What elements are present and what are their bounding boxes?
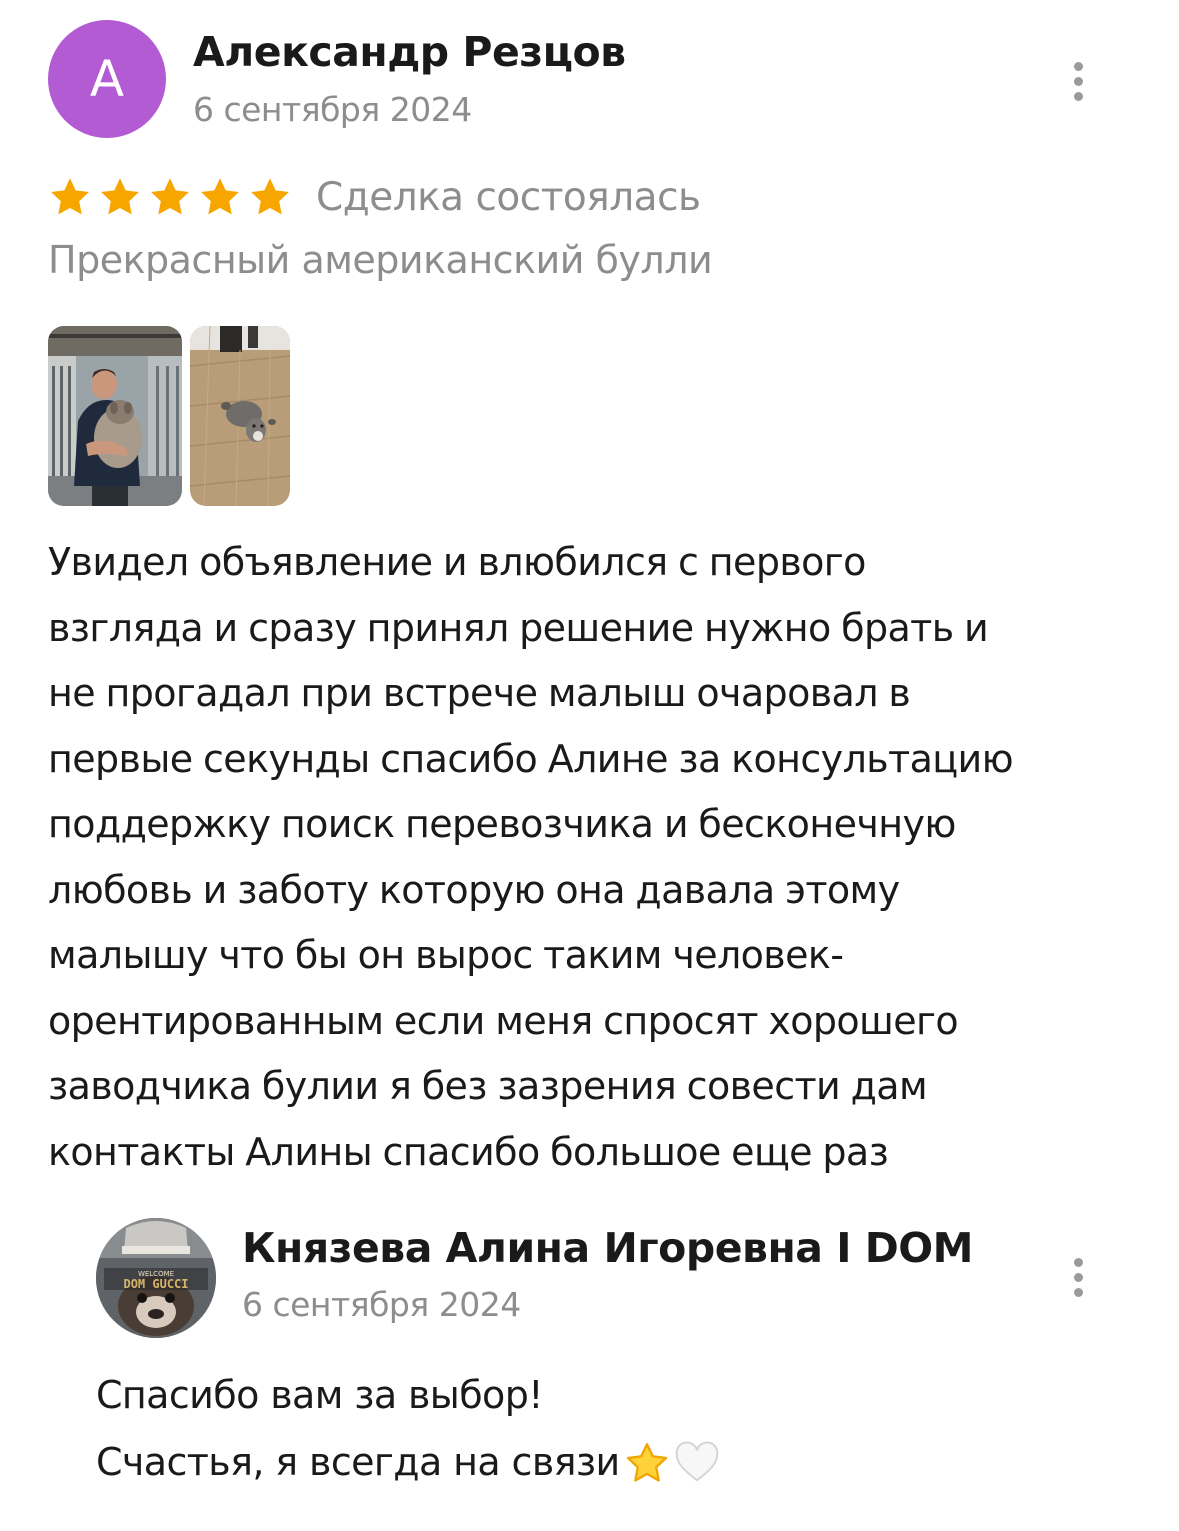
avatar-initial: A bbox=[89, 50, 125, 108]
reply-text: Спасибо вам за выбор! Счастья, я всегда … bbox=[96, 1362, 1136, 1496]
reply-avatar[interactable]: WELCOME DOM GUCCI bbox=[96, 1218, 216, 1338]
review-photo-man-holding-puppy[interactable] bbox=[48, 326, 182, 506]
star-icon bbox=[251, 178, 289, 215]
rating-stars bbox=[48, 175, 292, 219]
star-icon bbox=[151, 178, 189, 215]
item-title[interactable]: Прекрасный американский булли bbox=[48, 238, 713, 282]
review-text-line: заводчика булии я без зазрения совести д… bbox=[48, 1064, 928, 1108]
review-date: 6 сентября 2024 bbox=[193, 90, 472, 129]
more-vertical-icon bbox=[1073, 61, 1083, 71]
star-icon bbox=[101, 178, 139, 215]
avatar[interactable]: A bbox=[48, 20, 166, 138]
star-emoji-icon bbox=[626, 1442, 667, 1482]
photo-image bbox=[190, 326, 290, 506]
reply-avatar-image: WELCOME DOM GUCCI bbox=[96, 1218, 216, 1338]
reply-avatar-text-main: DOM GUCCI bbox=[123, 1277, 188, 1291]
review-text-line: Увидел объявление и влюбился с первого bbox=[48, 540, 866, 584]
white-heart-emoji-icon bbox=[675, 1441, 718, 1481]
more-dot bbox=[1073, 91, 1083, 101]
review-photo-puppy-on-floor[interactable] bbox=[190, 326, 290, 506]
more-dot bbox=[1073, 1287, 1083, 1297]
rating-row: Сделка состоялась bbox=[48, 170, 701, 224]
photo-image bbox=[48, 326, 182, 506]
more-dot bbox=[1073, 1272, 1083, 1282]
reply-text-line-1: Спасибо вам за выбор! bbox=[96, 1373, 543, 1417]
reply-text-line: Спасибо вам за выбор! bbox=[96, 1362, 1136, 1429]
star-icon bbox=[51, 178, 89, 215]
review-text: Увидел объявление и влюбился с первого в… bbox=[48, 530, 1138, 1185]
deal-status: Сделка состоялась bbox=[316, 174, 701, 220]
author-name[interactable]: Александр Резцов bbox=[193, 28, 626, 76]
review-text-line: любовь и заботу которую она давала этому bbox=[48, 867, 900, 912]
review-text-line: поддержку поиск перевозчика и бесконечну… bbox=[48, 802, 956, 846]
star-icon bbox=[201, 178, 239, 215]
review-card: A Александр Резцов 6 сентября 2024 Сделк… bbox=[0, 0, 1179, 1531]
reply-text-line: Счастья, я всегда на связи bbox=[96, 1429, 1136, 1496]
review-text-line: не прогадал при встрече малыш очаровал в bbox=[48, 671, 911, 715]
review-text-line: взгляда и сразу принял решение нужно бра… bbox=[48, 605, 989, 650]
review-text-line: орентированным если меня спросят хорошег… bbox=[48, 998, 959, 1043]
review-text-line: контакты Алины спасибо большое еще раз bbox=[48, 1129, 889, 1174]
reply-date: 6 сентября 2024 bbox=[242, 1285, 521, 1324]
review-text-line: первые секунды спасибо Алине за консульт… bbox=[48, 736, 1014, 781]
reply-author-name[interactable]: Князева Алина Игоревна I DOM bbox=[242, 1224, 973, 1272]
reply-text-line-2: Счастья, я всегда на связи bbox=[96, 1440, 620, 1484]
reply-more-options-button[interactable] bbox=[1058, 1250, 1098, 1304]
more-vertical-icon bbox=[1073, 1257, 1083, 1267]
more-dot bbox=[1073, 76, 1083, 86]
more-options-button[interactable] bbox=[1058, 54, 1098, 108]
review-text-line: малышу что бы он вырос таким человек- bbox=[48, 933, 844, 977]
